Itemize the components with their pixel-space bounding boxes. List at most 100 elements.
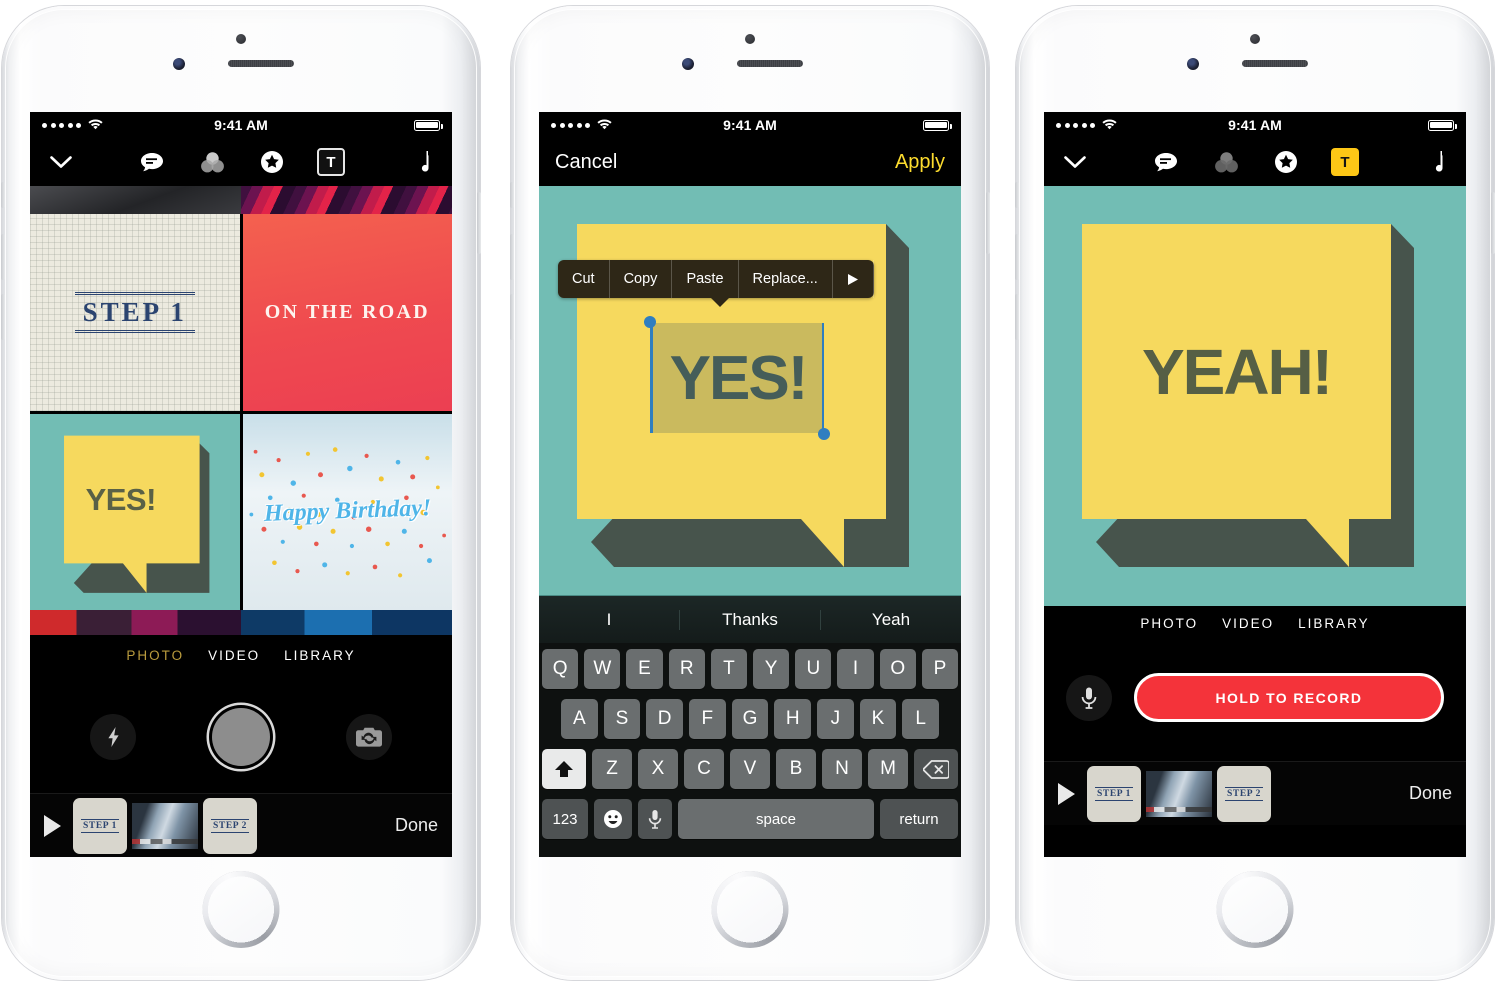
edit-canvas[interactable]: YES! Cut Copy Paste Replace... bbox=[539, 186, 961, 606]
filmstrip-thumb-2[interactable] bbox=[1146, 770, 1212, 817]
key-n[interactable]: N bbox=[822, 749, 862, 789]
selection-left-bar[interactable] bbox=[650, 323, 653, 433]
key-q[interactable]: Q bbox=[541, 649, 579, 689]
home-button[interactable] bbox=[713, 873, 787, 946]
text-selection-highlight[interactable] bbox=[644, 316, 830, 440]
play-icon[interactable] bbox=[44, 814, 61, 837]
mode-tab-video[interactable]: VIDEO bbox=[1222, 616, 1274, 631]
key-e[interactable]: E bbox=[626, 649, 663, 689]
chevron-down-icon[interactable] bbox=[1060, 155, 1090, 169]
volume-down-button[interactable] bbox=[1, 294, 5, 340]
numbers-key[interactable]: 123 bbox=[542, 799, 588, 839]
filmstrip-thumb-3[interactable]: STEP 2 bbox=[203, 797, 257, 854]
hold-to-record-button[interactable]: HOLD TO RECORD bbox=[1134, 673, 1444, 722]
key-t[interactable]: T bbox=[710, 649, 747, 689]
cancel-button[interactable]: Cancel bbox=[555, 151, 617, 174]
mute-switch[interactable] bbox=[510, 182, 514, 208]
key-w[interactable]: W bbox=[584, 649, 621, 689]
text-tool-icon[interactable]: T bbox=[317, 148, 345, 176]
mode-tab-video[interactable]: VIDEO bbox=[208, 648, 260, 663]
return-key[interactable]: return bbox=[880, 799, 958, 839]
text-tool-icon[interactable]: T bbox=[1331, 148, 1359, 176]
key-d[interactable]: D bbox=[646, 699, 683, 739]
flash-icon[interactable] bbox=[90, 714, 136, 760]
selection-start-handle[interactable] bbox=[644, 316, 656, 328]
shift-icon[interactable] bbox=[542, 749, 586, 789]
power-button[interactable] bbox=[1491, 192, 1495, 254]
mute-switch[interactable] bbox=[1015, 182, 1019, 208]
volume-up-button[interactable] bbox=[1015, 234, 1019, 280]
shutter-button[interactable] bbox=[212, 708, 270, 766]
apply-button[interactable]: Apply bbox=[895, 151, 945, 174]
mute-switch[interactable] bbox=[1, 182, 5, 208]
sticker-star-icon[interactable] bbox=[1271, 147, 1301, 177]
key-l[interactable]: L bbox=[902, 699, 940, 739]
suggestion-2[interactable]: Thanks bbox=[679, 609, 820, 630]
key-u[interactable]: U bbox=[795, 649, 832, 689]
music-note-icon[interactable] bbox=[406, 147, 436, 177]
filmstrip-thumb-3[interactable]: STEP 2 bbox=[1217, 765, 1271, 822]
comment-icon[interactable] bbox=[137, 147, 167, 177]
done-button[interactable]: Done bbox=[1409, 783, 1452, 804]
grid-tile-on-the-road[interactable]: ON THE ROAD bbox=[242, 214, 452, 411]
done-button[interactable]: Done bbox=[395, 815, 438, 836]
key-m[interactable]: M bbox=[868, 749, 908, 789]
key-x[interactable]: X bbox=[638, 749, 678, 789]
more-arrow-icon[interactable] bbox=[833, 260, 874, 298]
camera-flip-icon[interactable] bbox=[346, 714, 392, 760]
callout-copy-button[interactable]: Copy bbox=[610, 260, 673, 298]
delete-icon[interactable] bbox=[914, 749, 958, 789]
key-o[interactable]: O bbox=[879, 649, 916, 689]
chevron-down-icon[interactable] bbox=[46, 155, 76, 169]
callout-replace-button[interactable]: Replace... bbox=[739, 260, 833, 298]
key-s[interactable]: S bbox=[603, 699, 641, 739]
filmstrip-thumb-2[interactable] bbox=[132, 802, 198, 849]
suggestion-1[interactable]: I bbox=[539, 610, 679, 630]
home-button[interactable] bbox=[1218, 873, 1292, 946]
power-button[interactable] bbox=[477, 192, 481, 254]
key-j[interactable]: J bbox=[817, 699, 854, 739]
key-f[interactable]: F bbox=[689, 699, 726, 739]
filmstrip-thumb-1[interactable]: STEP 1 bbox=[1087, 765, 1141, 822]
sticker-star-icon[interactable] bbox=[257, 147, 287, 177]
key-a[interactable]: A bbox=[560, 699, 598, 739]
space-key[interactable]: space bbox=[678, 799, 874, 839]
key-k[interactable]: K bbox=[859, 699, 897, 739]
filters-icon[interactable] bbox=[1211, 147, 1241, 177]
key-p[interactable]: P bbox=[921, 649, 959, 689]
key-v[interactable]: V bbox=[730, 749, 770, 789]
key-y[interactable]: Y bbox=[753, 649, 790, 689]
mode-tab-library[interactable]: LIBRARY bbox=[1298, 616, 1370, 631]
key-h[interactable]: H bbox=[774, 699, 812, 739]
key-r[interactable]: R bbox=[668, 649, 705, 689]
mode-tab-library[interactable]: LIBRARY bbox=[284, 648, 356, 663]
key-z[interactable]: Z bbox=[592, 749, 632, 789]
callout-paste-button[interactable]: Paste bbox=[672, 260, 739, 298]
filters-icon[interactable] bbox=[197, 147, 227, 177]
emoji-icon[interactable] bbox=[594, 799, 632, 839]
mode-tab-photo[interactable]: PHOTO bbox=[1140, 616, 1198, 631]
play-icon[interactable] bbox=[1058, 782, 1075, 805]
grid-tile-happy-birthday[interactable]: Happy Birthday! bbox=[242, 413, 452, 610]
grid-tile-step1[interactable]: STEP 1 bbox=[30, 214, 240, 411]
grid-tile-yes[interactable]: YES! bbox=[30, 413, 240, 610]
volume-up-button[interactable] bbox=[510, 234, 514, 280]
preview-canvas[interactable]: YEAH! bbox=[1044, 186, 1466, 606]
suggestion-3[interactable]: Yeah bbox=[820, 609, 961, 630]
music-note-icon[interactable] bbox=[1420, 147, 1450, 177]
microphone-icon[interactable] bbox=[638, 799, 672, 839]
key-c[interactable]: C bbox=[684, 749, 724, 789]
key-b[interactable]: B bbox=[776, 749, 816, 789]
filmstrip-thumb-1[interactable]: STEP 1 bbox=[73, 797, 127, 854]
power-button[interactable] bbox=[986, 192, 990, 254]
microphone-icon[interactable] bbox=[1066, 674, 1112, 721]
comment-icon[interactable] bbox=[1151, 147, 1181, 177]
selection-right-bar[interactable] bbox=[821, 323, 824, 433]
volume-down-button[interactable] bbox=[510, 294, 514, 340]
key-g[interactable]: G bbox=[731, 699, 769, 739]
volume-up-button[interactable] bbox=[1, 234, 5, 280]
callout-cut-button[interactable]: Cut bbox=[558, 260, 610, 298]
selection-end-handle[interactable] bbox=[818, 428, 830, 440]
volume-down-button[interactable] bbox=[1015, 294, 1019, 340]
mode-tab-photo[interactable]: PHOTO bbox=[126, 648, 184, 663]
